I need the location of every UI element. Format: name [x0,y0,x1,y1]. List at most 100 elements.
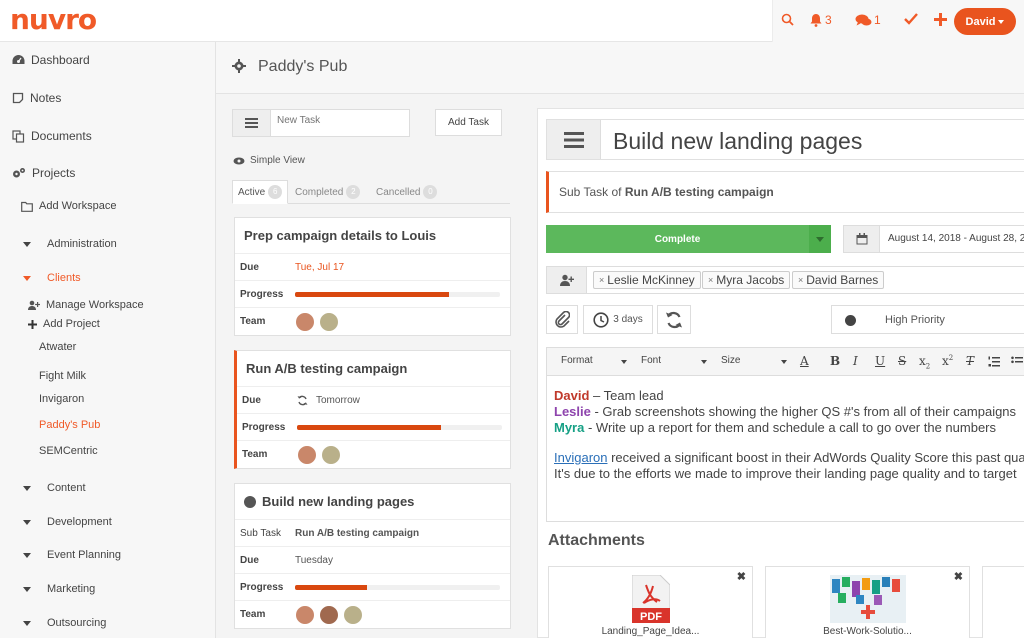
subscript-icon[interactable]: x2 [919,354,930,370]
sidebar-group-label: Event Planning [47,549,121,561]
sidebar-group-development[interactable]: Development [23,516,112,528]
client-link[interactable]: Invigaron [554,450,607,465]
check-icon[interactable] [904,13,918,25]
avatar[interactable] [295,311,315,332]
plus-icon[interactable] [934,13,947,26]
parent-task-link[interactable]: Run A/B testing campaign [625,185,774,199]
tab-label: Completed [295,186,344,198]
avatar[interactable] [319,604,339,625]
close-icon[interactable]: ✖ [954,570,963,583]
attachment-card[interactable]: ✖ PDF Landing_Page_Idea... [548,566,753,638]
complete-dropdown-button[interactable] [809,225,831,253]
bold-icon[interactable]: B [830,354,840,368]
paperclip-icon [555,311,570,328]
sidebar-client-paddys-pub[interactable]: Paddy's Pub [39,419,100,431]
new-task-input[interactable] [277,115,403,126]
editor-toolbar: Format Font Size A B I U S x2 x2 T [547,348,1024,376]
notifications-button[interactable]: 3 [809,13,832,27]
clock-icon [593,311,609,328]
underline-icon[interactable]: U [875,354,885,368]
attach-button[interactable] [546,305,578,334]
assignee-name: David Barnes [806,273,879,287]
sidebar-group-outsourcing[interactable]: Outsourcing [23,617,106,629]
manage-workspace-link[interactable]: Manage Workspace [28,299,144,311]
priority-dot-icon [845,315,856,326]
superscript-icon[interactable]: x2 [942,354,953,368]
italic-icon[interactable]: I [853,354,858,368]
task-card[interactable]: Build new landing pages Sub Task Run A/B… [234,483,511,629]
assignee-tag[interactable]: × David Barnes [792,271,885,289]
search-icon[interactable] [781,13,794,26]
repeat-button[interactable] [657,305,691,334]
sidebar-group-label: Administration [47,238,117,250]
assignee-tag[interactable]: × Myra Jacobs [702,271,791,289]
sidebar-group-administration[interactable]: Administration [23,238,117,250]
sidebar-client-atwater[interactable]: Atwater [39,341,76,353]
clear-format-icon[interactable]: T [966,354,974,368]
tab-completed[interactable]: Completed 2 [290,180,365,204]
tab-label: Active [238,186,266,198]
add-task-button[interactable]: Add Task [435,109,502,136]
size-label: Size [721,355,741,366]
sidebar-client-invigaron[interactable]: Invigaron [39,393,84,405]
strikethrough-icon[interactable]: S [898,354,906,368]
list-icon [547,120,601,159]
remove-icon[interactable]: × [798,275,803,285]
attachment-card[interactable]: ✖ Best-Work-Solutio... [765,566,970,638]
sidebar-item-projects[interactable]: Projects [12,166,75,180]
user-menu-button[interactable]: David [954,8,1016,35]
remove-icon[interactable]: × [708,275,713,285]
sidebar-client-fight-milk[interactable]: Fight Milk [39,370,86,382]
avatar[interactable] [297,444,317,465]
task-title[interactable]: Build new landing pages [613,128,862,155]
due-value: Tomorrow [316,394,360,406]
page-title: Paddy's Pub [258,58,348,75]
description-editor[interactable]: Format Font Size A B I U S x2 x2 T David… [546,347,1024,522]
simple-view-toggle[interactable]: Simple View [233,155,305,166]
date-range-field[interactable]: August 14, 2018 - August 28, 2018 [843,225,1024,253]
bullet-list-icon[interactable] [1011,356,1023,367]
sidebar-item-dashboard[interactable]: Dashboard [12,53,90,67]
avatar[interactable] [319,311,339,332]
caret-down-icon [23,519,31,525]
tab-count-badge: 0 [423,185,438,199]
task-card[interactable]: Run A/B testing campaign Due Tomorrow Pr… [234,350,511,469]
tab-cancelled[interactable]: Cancelled 0 [371,180,442,204]
add-project-link[interactable]: Add Project [28,318,100,330]
sidebar-item-notes[interactable]: Notes [12,91,61,105]
progress-fill [295,291,449,297]
avatar[interactable] [321,444,341,465]
sidebar-group-event-planning[interactable]: Event Planning [23,549,121,561]
chevron-down-icon [998,19,1005,24]
assignees-field[interactable]: × Leslie McKinney × Myra Jacobs × David Bar… [546,266,1024,294]
font-select[interactable]: Font [641,355,707,366]
ordered-list-icon[interactable] [988,356,1000,367]
task-card[interactable]: Prep campaign details to Louis Due Tue, … [234,217,511,336]
sidebar-group-marketing[interactable]: Marketing [23,583,95,595]
complete-button[interactable]: Complete [546,225,809,253]
avatar[interactable] [343,604,363,625]
format-select[interactable]: Format [561,355,627,366]
subtask-label: Sub Task [240,527,281,539]
sidebar-item-label: Dashboard [31,53,90,67]
remove-icon[interactable]: × [599,275,604,285]
note-text: received a significant boost in their Ad… [607,450,1024,465]
sidebar-group-content[interactable]: Content [23,482,86,494]
size-select[interactable]: Size [721,355,787,366]
caret-down-icon [23,485,31,491]
tab-active[interactable]: Active 6 [232,180,289,204]
sidebar-item-add-workspace[interactable]: Add Workspace [21,200,116,212]
duration-button[interactable]: 3 days [583,305,653,334]
text-color-icon[interactable]: A [800,354,809,368]
assignee-tag[interactable]: × Leslie McKinney [593,271,701,289]
avatar[interactable] [295,604,315,625]
nuvro-logo[interactable]: nuvro [10,3,97,36]
close-icon[interactable]: ✖ [737,570,746,583]
sidebar-group-clients[interactable]: Clients [23,272,81,284]
sidebar-item-documents[interactable]: Documents [12,129,92,143]
gear-icon[interactable] [232,59,246,73]
sidebar-client-semcentric[interactable]: SEMCentric [39,445,98,457]
attachment-card[interactable] [982,566,1024,638]
messages-button[interactable]: 1 [855,13,881,27]
priority-select[interactable]: High Priority [831,305,1024,334]
